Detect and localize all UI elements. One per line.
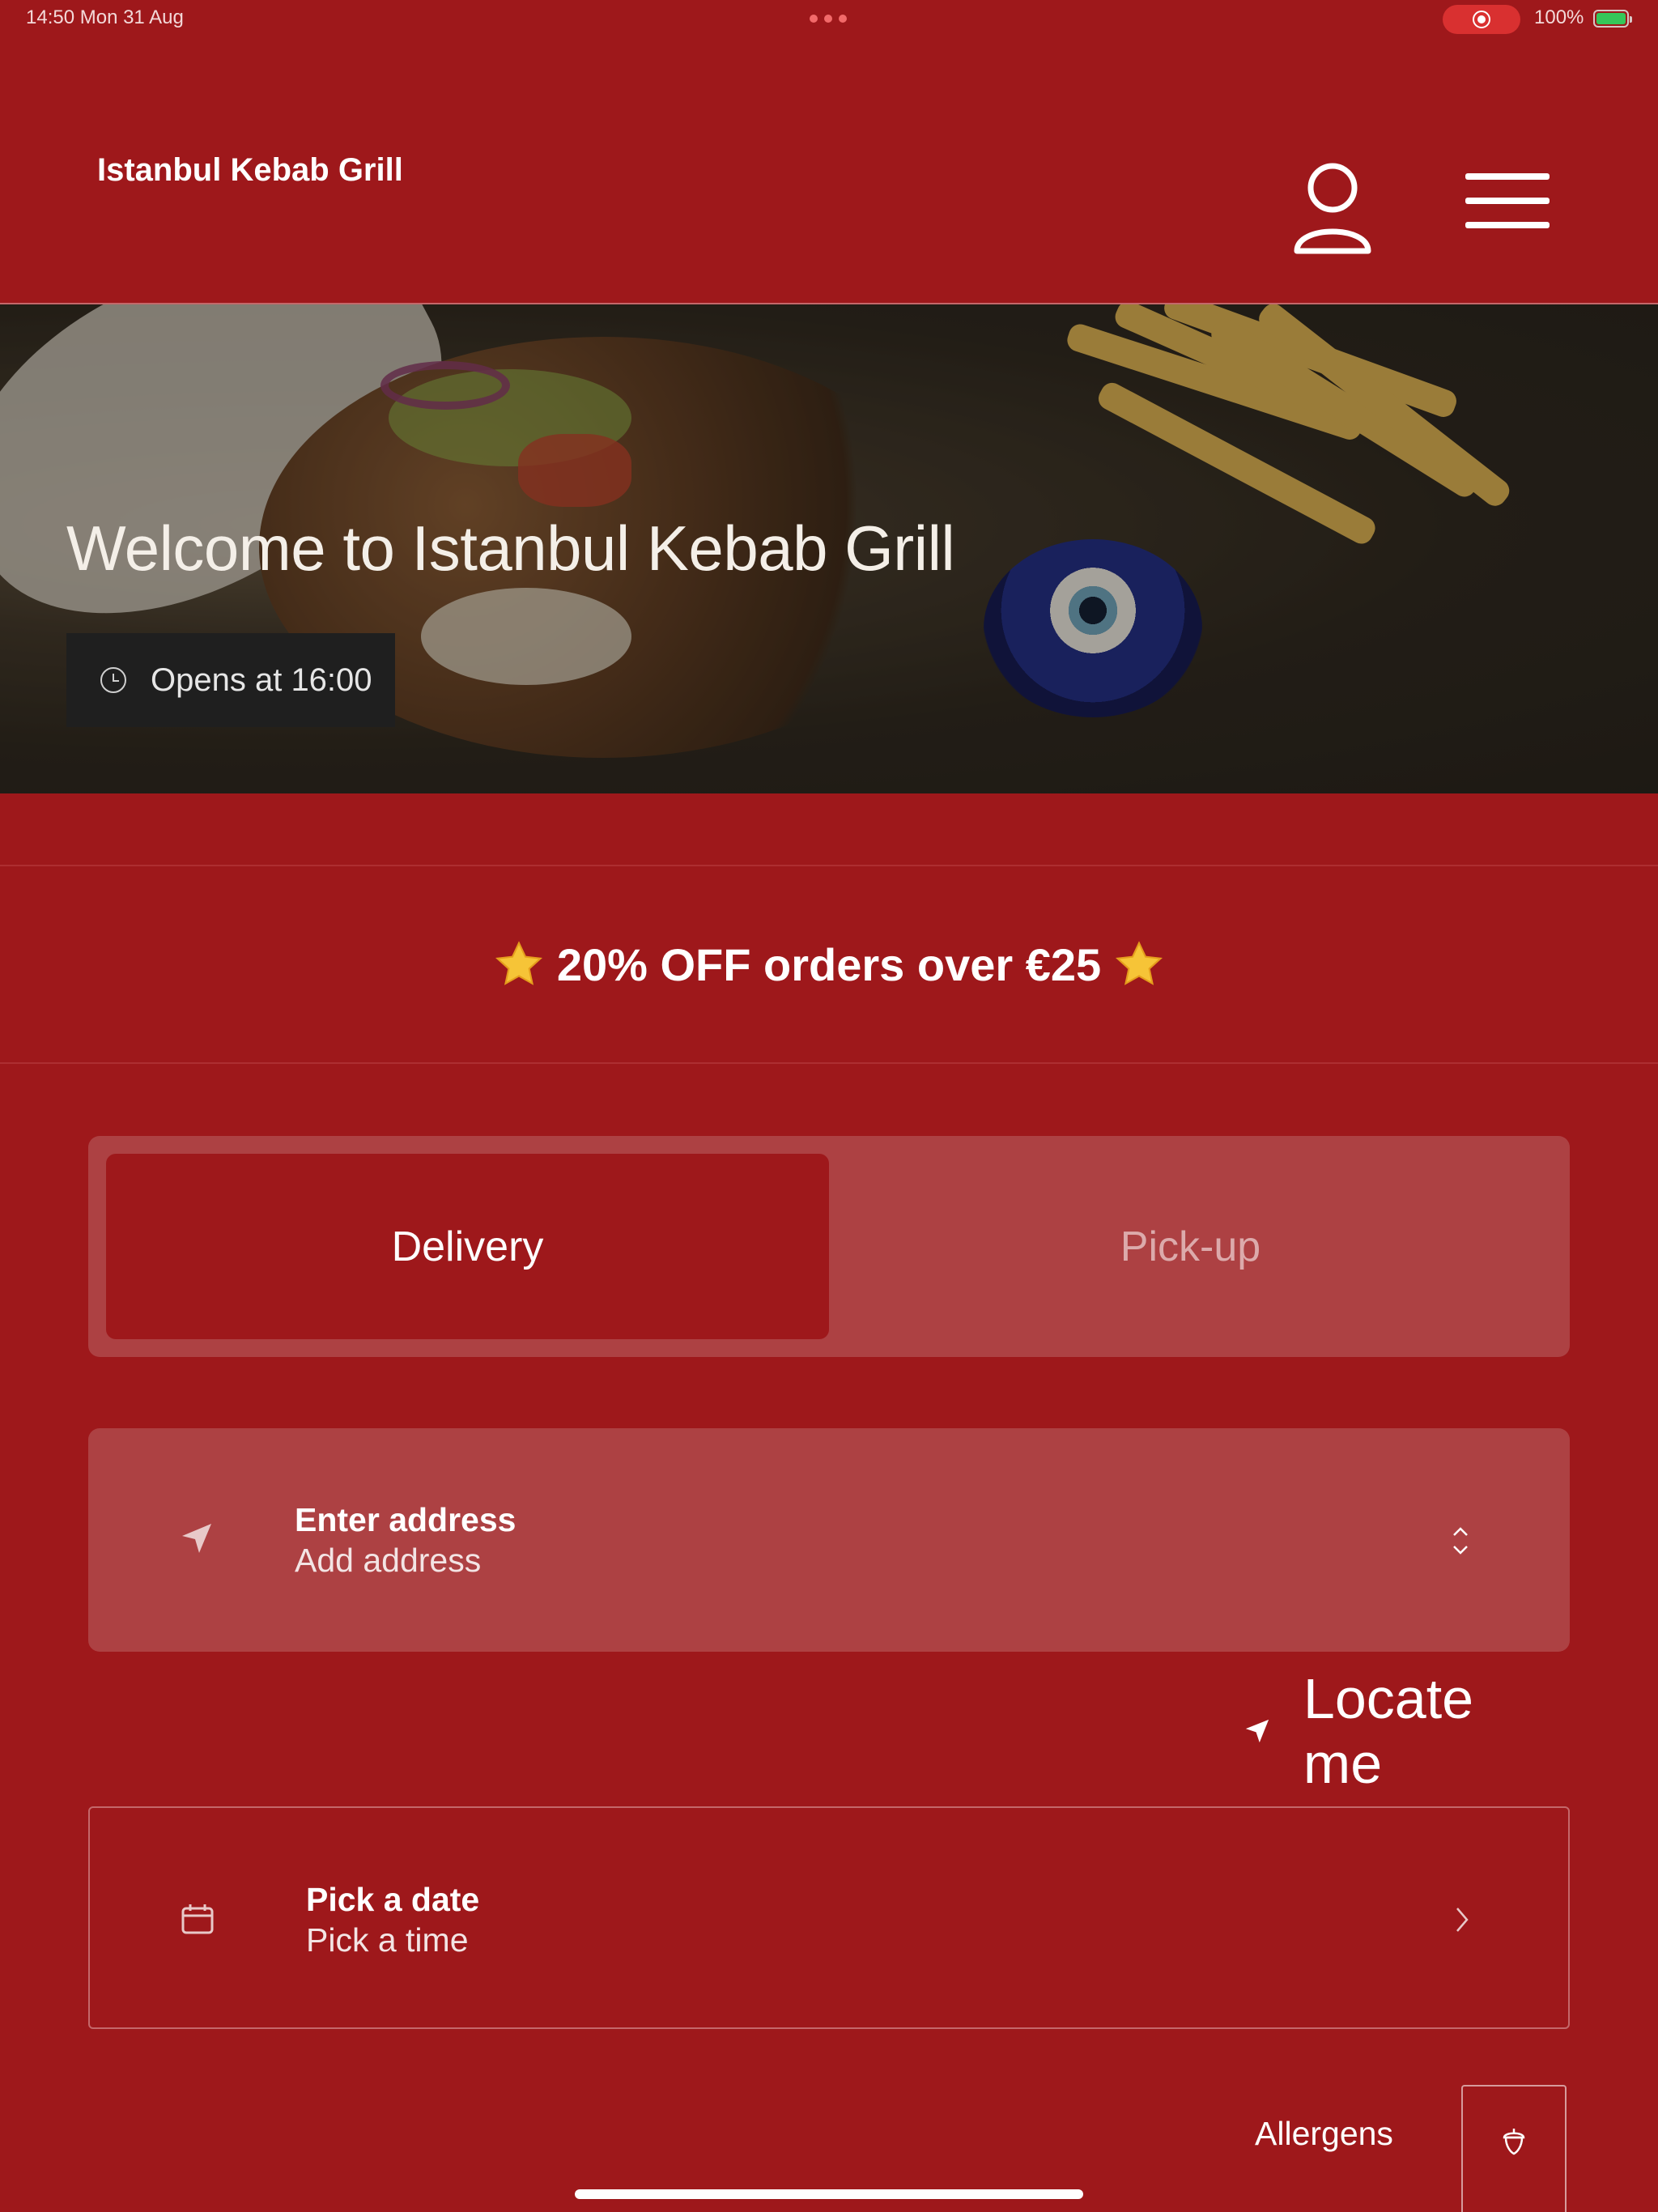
opening-hours-badge: Opens at 16:00 [66, 633, 395, 727]
clock-icon [100, 667, 126, 693]
screen-recording-icon [1443, 5, 1520, 34]
time-subtitle: Pick a time [306, 1921, 469, 1959]
order-mode-toggle: Delivery Pick-up [88, 1136, 1570, 1357]
date-time-picker[interactable]: Pick a date Pick a time [88, 1806, 1570, 2029]
acorn-icon [1503, 2129, 1525, 2155]
battery-icon [1593, 10, 1632, 28]
brand-name[interactable]: Istanbul Kebab Grill [97, 152, 403, 189]
address-subtitle: Add address [295, 1542, 482, 1579]
allergens-label[interactable]: Allergens [1255, 2115, 1393, 2153]
user-icon[interactable] [1292, 160, 1373, 257]
chevron-right-icon [1456, 1908, 1469, 1932]
address-title: Enter address [295, 1501, 517, 1538]
chevron-up-down-icon [1453, 1527, 1468, 1555]
status-bar: 14:50 Mon 31 Aug 100% [0, 0, 1658, 39]
promo-text: 20% OFF orders over €25 [556, 938, 1102, 990]
locate-me-button[interactable]: Locate me [1244, 1667, 1567, 1795]
home-indicator[interactable] [575, 2189, 1083, 2199]
address-selector[interactable]: Enter address Add address [88, 1428, 1570, 1652]
hamburger-menu-icon[interactable] [1465, 173, 1550, 246]
multitasking-dots-icon[interactable] [810, 6, 848, 31]
promo-banner: 20% OFF orders over €25 [0, 865, 1658, 1064]
location-arrow-icon [182, 1524, 211, 1553]
pickup-tab[interactable]: Pick-up [829, 1154, 1552, 1339]
star-icon [1114, 939, 1164, 989]
allergens-button[interactable] [1461, 2085, 1567, 2212]
app-header: Istanbul Kebab Grill [0, 39, 1658, 304]
hero-banner: Welcome to Istanbul Kebab Grill Opens at… [0, 304, 1658, 793]
locate-me-label: Locate me [1303, 1667, 1474, 1795]
star-icon [494, 939, 544, 989]
calendar-icon [181, 1904, 214, 1934]
status-time: 14:50 Mon 31 Aug [26, 6, 184, 28]
opening-hours-text: Opens at 16:00 [151, 661, 372, 698]
battery-percentage: 100% [1534, 6, 1584, 28]
delivery-tab[interactable]: Delivery [106, 1154, 829, 1339]
welcome-title: Welcome to Istanbul Kebab Grill [66, 513, 955, 584]
location-arrow-icon [1245, 1719, 1269, 1743]
date-title: Pick a date [306, 1881, 480, 1918]
